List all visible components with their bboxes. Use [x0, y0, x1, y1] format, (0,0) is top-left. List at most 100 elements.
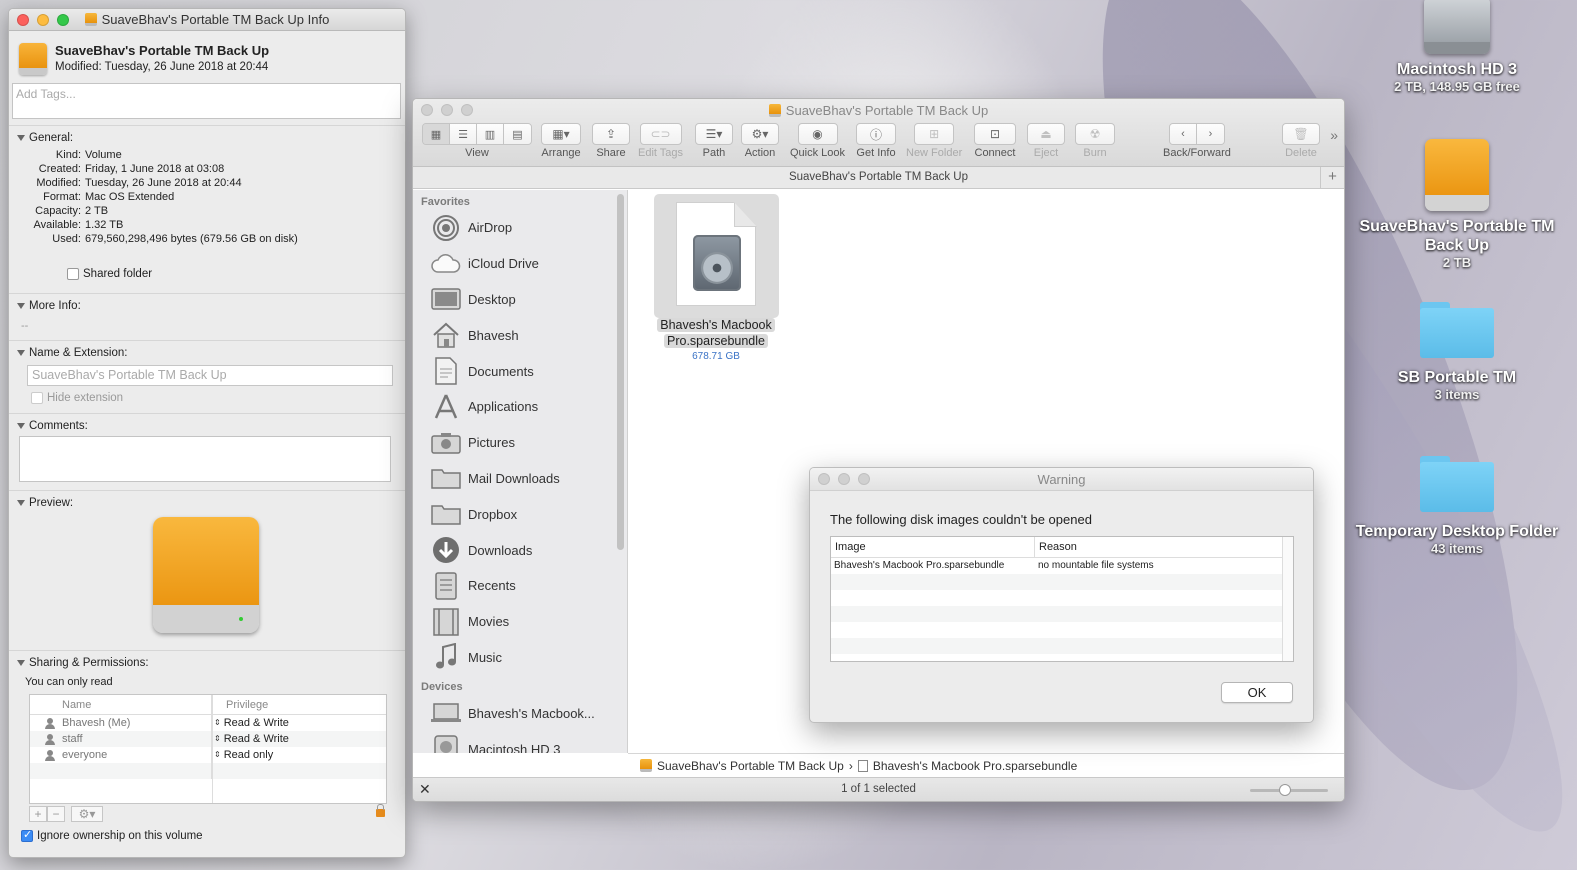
table-row[interactable]: staff ⇕ Read & Write: [30, 731, 386, 747]
add-user-button[interactable]: +: [29, 806, 47, 822]
checkbox-box: [21, 828, 33, 842]
desktop-item-temp-folder[interactable]: Temporary Desktop Folder 43 items: [1347, 456, 1567, 557]
desktop-item-name: Macintosh HD 3: [1396, 61, 1517, 78]
comments-disclosure[interactable]: Comments:: [17, 420, 395, 432]
info-window: SuaveBhav's Portable TM Back Up Info Sua…: [8, 8, 406, 858]
list-view-button[interactable]: ☰: [450, 124, 477, 144]
hide-extension-checkbox[interactable]: Hide extension: [31, 392, 123, 404]
column-header-privilege[interactable]: Privilege: [212, 695, 386, 715]
section-header: Comments:: [29, 420, 88, 432]
connect-tool[interactable]: ⊡ Connect: [974, 123, 1016, 159]
updown-arrows-icon[interactable]: ⇕: [214, 735, 221, 743]
get-info-tool[interactable]: ⓘ Get Info: [856, 123, 896, 159]
zoom-button[interactable]: [461, 104, 473, 116]
minimize-button[interactable]: [838, 473, 850, 485]
icon-size-slider[interactable]: [1250, 784, 1328, 796]
comments-textarea[interactable]: [19, 436, 391, 482]
toolbar-overflow-icon[interactable]: »: [1330, 127, 1338, 143]
icon-view-button[interactable]: ▦: [423, 124, 450, 144]
arrange-tool[interactable]: ▦▾ Arrange: [541, 123, 581, 159]
finder-titlebar[interactable]: SuaveBhav's Portable TM Back Up: [413, 99, 1344, 121]
sharing-disclosure[interactable]: Sharing & Permissions:: [17, 657, 395, 669]
updown-arrows-icon[interactable]: ⇕: [214, 751, 221, 759]
close-button[interactable]: [818, 473, 830, 485]
sidebar-item-recents[interactable]: Recents: [413, 568, 627, 604]
file-name-label[interactable]: Bhavesh's Macbook Pro.sparsebundle: [646, 317, 786, 349]
column-header-image[interactable]: Image: [831, 537, 1035, 557]
close-button[interactable]: [421, 104, 433, 116]
zoom-button[interactable]: [57, 13, 69, 26]
shared-folder-checkbox[interactable]: Shared folder: [67, 268, 152, 280]
sidebar-item-documents[interactable]: Documents: [413, 353, 627, 389]
sidebar-item-mail-downloads[interactable]: Mail Downloads: [413, 461, 627, 497]
warning-titlebar[interactable]: Warning: [810, 468, 1313, 491]
sidebar-item-pictures[interactable]: Pictures: [413, 425, 627, 461]
tab-title[interactable]: SuaveBhav's Portable TM Back Up: [789, 171, 968, 183]
sidebar-item-macbook[interactable]: Bhavesh's Macbook...: [413, 695, 627, 731]
minimize-button[interactable]: [37, 13, 49, 26]
tags-input[interactable]: Add Tags...: [12, 83, 401, 119]
name-extension-disclosure[interactable]: Name & Extension:: [17, 347, 395, 359]
sidebar-scrollbar[interactable]: [617, 194, 624, 550]
path-icon: ☰▾: [695, 123, 733, 145]
ok-button[interactable]: OK: [1221, 682, 1293, 703]
path-segment-file[interactable]: Bhavesh's Macbook Pro.sparsebundle: [873, 759, 1077, 773]
sidebar-item-movies[interactable]: Movies: [413, 604, 627, 640]
sidebar-item-dropbox[interactable]: Dropbox: [413, 496, 627, 532]
close-button[interactable]: [17, 13, 29, 26]
toolbar-label: View: [465, 147, 489, 159]
sidebar-item-music[interactable]: Music: [413, 640, 627, 676]
column-header-name[interactable]: Name: [30, 695, 212, 715]
forward-button[interactable]: ›: [1196, 124, 1224, 144]
slider-knob[interactable]: [1279, 784, 1292, 796]
desktop-item-sb-portable[interactable]: SB Portable TM 3 items: [1347, 302, 1567, 403]
sidebar-item-applications[interactable]: Applications: [413, 389, 627, 425]
sidebar-item-downloads[interactable]: Downloads: [413, 532, 627, 568]
window-title: SuaveBhav's Portable TM Back Up Info: [101, 12, 330, 27]
delete-tool[interactable]: 🗑 Delete: [1282, 123, 1320, 159]
preview-disclosure[interactable]: Preview:: [17, 497, 395, 509]
share-tool[interactable]: ⇪ Share: [592, 123, 630, 159]
table-scrollbar[interactable]: [1282, 537, 1293, 661]
quick-look-tool[interactable]: ◉ Quick Look: [790, 123, 845, 159]
sidebar-item-bhavesh[interactable]: Bhavesh: [413, 317, 627, 353]
ignore-ownership-checkbox[interactable]: Ignore ownership on this volume: [21, 828, 203, 842]
sidebar-item-icloud[interactable]: iCloud Drive: [413, 246, 627, 282]
info-titlebar[interactable]: SuaveBhav's Portable TM Back Up Info: [9, 9, 405, 31]
table-row[interactable]: Bhavesh (Me) ⇕ Read & Write: [30, 715, 386, 731]
collapse-icon[interactable]: ✕: [419, 778, 431, 801]
more-info-value: --: [21, 320, 29, 332]
path-tool[interactable]: ☰▾ Path: [695, 123, 733, 159]
warning-message: The following disk images couldn't be op…: [830, 512, 1092, 527]
new-folder-tool[interactable]: ⊞ New Folder: [906, 123, 962, 159]
lock-icon[interactable]: [376, 804, 385, 817]
table-row-empty: [831, 622, 1293, 638]
external-drive-icon: [1425, 139, 1489, 211]
gallery-view-button[interactable]: ▤: [504, 124, 531, 144]
eject-tool[interactable]: ⏏ Eject: [1027, 123, 1065, 159]
table-row[interactable]: everyone ⇕ Read only: [30, 747, 386, 763]
trash-icon: 🗑: [1282, 123, 1320, 145]
action-tool[interactable]: ⚙▾ Action: [741, 123, 779, 159]
sidebar-item-desktop[interactable]: Desktop: [413, 282, 627, 318]
minimize-button[interactable]: [441, 104, 453, 116]
sidebar-item-macintosh-hd[interactable]: Macintosh HD 3: [413, 731, 627, 753]
gear-menu-button[interactable]: ⚙▾: [71, 806, 103, 822]
path-segment-volume[interactable]: SuaveBhav's Portable TM Back Up: [657, 759, 844, 773]
desktop-item-macintosh-hd[interactable]: Macintosh HD 3 2 TB, 148.95 GB free: [1347, 0, 1567, 95]
burn-tool[interactable]: ☢ Burn: [1075, 123, 1115, 159]
desktop-item-portable-tm[interactable]: SuaveBhav's Portable TM Back Up 2 TB: [1347, 139, 1567, 271]
table-row[interactable]: Bhavesh's Macbook Pro.sparsebundle no mou…: [831, 558, 1293, 574]
column-header-reason[interactable]: Reason: [1035, 537, 1283, 557]
updown-arrows-icon[interactable]: ⇕: [214, 719, 221, 727]
remove-user-button[interactable]: −: [47, 806, 65, 822]
more-info-disclosure[interactable]: More Info:: [17, 300, 395, 312]
edit-tags-tool[interactable]: ⊂⊃ Edit Tags: [638, 123, 683, 159]
zoom-button[interactable]: [858, 473, 870, 485]
back-button[interactable]: ‹: [1169, 124, 1197, 144]
new-tab-button[interactable]: +: [1320, 167, 1344, 188]
general-disclosure[interactable]: General:: [17, 132, 395, 144]
name-field[interactable]: SuaveBhav's Portable TM Back Up: [27, 365, 393, 386]
sidebar-item-airdrop[interactable]: AirDrop: [413, 210, 627, 246]
column-view-button[interactable]: ▥: [477, 124, 504, 144]
